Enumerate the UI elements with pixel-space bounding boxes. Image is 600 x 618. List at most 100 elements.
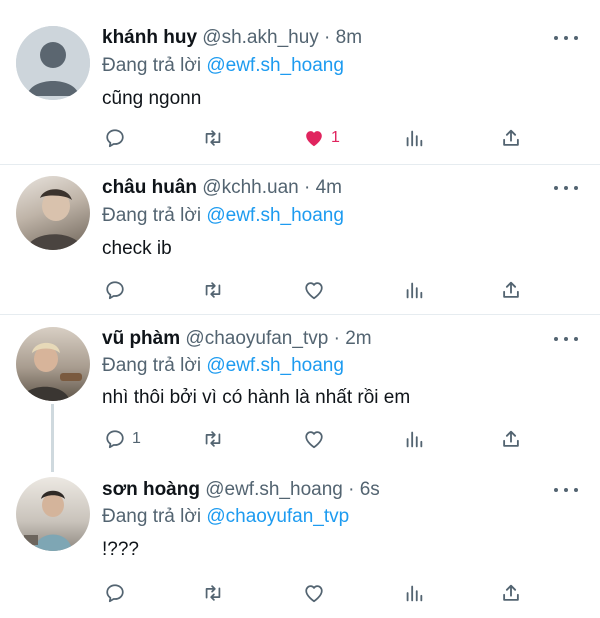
- reply-icon: [106, 129, 124, 148]
- dot-icon: [564, 186, 568, 190]
- tweet[interactable]: khánh huy @sh.akh_huy · 8m Đang trả lời …: [0, 0, 600, 165]
- retweet-icon: [205, 130, 221, 146]
- avatar[interactable]: [16, 327, 90, 401]
- reply-icon: [106, 281, 124, 300]
- tweet-text: cũng ngonn: [102, 88, 202, 109]
- reply-button[interactable]: 1: [104, 425, 141, 453]
- reply-feed: khánh huy @sh.akh_huy · 8m Đang trả lời …: [0, 0, 600, 618]
- user-handle[interactable]: @sh.akh_huy: [202, 27, 318, 48]
- tweet[interactable]: vũ phàm @chaoyufan_tvp · 2m Đang trả lời…: [0, 315, 600, 472]
- replying-to-label: Đang trả lời: [102, 506, 202, 527]
- share-button[interactable]: [500, 124, 522, 152]
- retweet-button[interactable]: [201, 579, 225, 607]
- tweet-text: nhì thôi bởi vì có hành là nhất rồi em: [102, 387, 411, 408]
- dot-icon: [574, 36, 578, 40]
- replying-to: Đang trả lời @chaoyufan_tvp: [102, 506, 349, 528]
- dot-icon: [554, 36, 558, 40]
- share-icon: [503, 430, 519, 447]
- tweet-header: khánh huy @sh.akh_huy · 8m: [102, 27, 540, 49]
- analytics-button[interactable]: [403, 579, 425, 607]
- tweet-actions: [0, 579, 600, 607]
- like-button[interactable]: [303, 425, 331, 453]
- replying-to-handle[interactable]: @ewf.sh_hoang: [206, 205, 344, 226]
- share-button[interactable]: [500, 276, 522, 304]
- tweet-actions: [0, 276, 600, 304]
- analytics-button[interactable]: [403, 124, 425, 152]
- like-count: 1: [331, 129, 340, 146]
- share-icon: [503, 129, 519, 146]
- timestamp[interactable]: 8m: [336, 27, 362, 48]
- display-name[interactable]: vũ phàm: [102, 328, 180, 349]
- separator-dot: ·: [333, 328, 340, 349]
- dot-icon: [564, 337, 568, 341]
- avatar[interactable]: [16, 477, 90, 551]
- tweet-header: châu huân @kchh.uan · 4m: [102, 177, 540, 199]
- timestamp[interactable]: 4m: [316, 177, 342, 198]
- user-handle[interactable]: @ewf.sh_hoang: [205, 479, 343, 500]
- reply-button[interactable]: [104, 276, 132, 304]
- share-button[interactable]: [500, 425, 522, 453]
- avatar[interactable]: [16, 26, 90, 100]
- more-options-button[interactable]: [554, 32, 578, 44]
- user-photo-icon: [20, 342, 82, 401]
- replying-to-label: Đang trả lời: [102, 205, 202, 226]
- retweet-button[interactable]: [201, 124, 225, 152]
- display-name[interactable]: khánh huy: [102, 27, 197, 48]
- replying-to: Đang trả lời @ewf.sh_hoang: [102, 355, 344, 377]
- analytics-icon: [406, 585, 423, 602]
- replying-to-handle[interactable]: @chaoyufan_tvp: [206, 506, 349, 527]
- like-button[interactable]: 1: [303, 124, 340, 152]
- more-options-button[interactable]: [554, 484, 578, 496]
- heart-filled-icon: [306, 131, 322, 147]
- share-icon: [503, 584, 519, 601]
- separator-dot: ·: [324, 27, 331, 48]
- like-button[interactable]: [303, 276, 331, 304]
- tweet-text: !???: [102, 539, 139, 560]
- analytics-icon: [406, 130, 423, 147]
- like-button[interactable]: [303, 579, 331, 607]
- display-name[interactable]: châu huân: [102, 177, 197, 198]
- heart-icon: [305, 282, 323, 300]
- reply-count: 1: [132, 430, 141, 447]
- user-handle[interactable]: @kchh.uan: [202, 177, 298, 198]
- analytics-button[interactable]: [403, 276, 425, 304]
- dot-icon: [554, 186, 558, 190]
- timestamp[interactable]: 6s: [360, 479, 380, 500]
- tweet[interactable]: sơn hoàng @ewf.sh_hoang · 6s Đang trả lờ…: [0, 468, 600, 618]
- reply-icon: [106, 584, 124, 603]
- display-name[interactable]: sơn hoàng: [102, 479, 200, 500]
- replying-to-handle[interactable]: @ewf.sh_hoang: [206, 355, 344, 376]
- reply-button[interactable]: [104, 124, 132, 152]
- dot-icon: [554, 488, 558, 492]
- dot-icon: [554, 337, 558, 341]
- dot-icon: [564, 488, 568, 492]
- heart-icon: [305, 585, 323, 603]
- dot-icon: [574, 488, 578, 492]
- retweet-icon: [205, 585, 221, 601]
- retweet-button[interactable]: [201, 425, 225, 453]
- avatar[interactable]: [16, 176, 90, 250]
- replying-to: Đang trả lời @ewf.sh_hoang: [102, 205, 344, 227]
- default-avatar-icon: [16, 26, 90, 100]
- timestamp[interactable]: 2m: [345, 328, 371, 349]
- separator-dot: ·: [303, 177, 311, 198]
- tweet[interactable]: châu huân @kchh.uan · 4m Đang trả lời @e…: [0, 165, 600, 315]
- dot-icon: [574, 337, 578, 341]
- tweet-header: vũ phàm @chaoyufan_tvp · 2m: [102, 328, 540, 350]
- share-button[interactable]: [500, 579, 522, 607]
- more-options-button[interactable]: [554, 333, 578, 345]
- retweet-icon: [205, 431, 221, 447]
- reply-button[interactable]: [104, 579, 132, 607]
- replying-to: Đang trả lời @ewf.sh_hoang: [102, 55, 344, 77]
- more-options-button[interactable]: [554, 182, 578, 194]
- user-photo-icon: [24, 490, 72, 551]
- dot-icon: [564, 36, 568, 40]
- user-handle[interactable]: @chaoyufan_tvp: [185, 328, 328, 349]
- replying-to-handle[interactable]: @ewf.sh_hoang: [206, 55, 344, 76]
- retweet-button[interactable]: [201, 276, 225, 304]
- replying-to-label: Đang trả lời: [102, 355, 202, 376]
- heart-icon: [305, 431, 323, 449]
- analytics-button[interactable]: [403, 425, 425, 453]
- retweet-icon: [205, 282, 221, 298]
- share-icon: [503, 281, 519, 298]
